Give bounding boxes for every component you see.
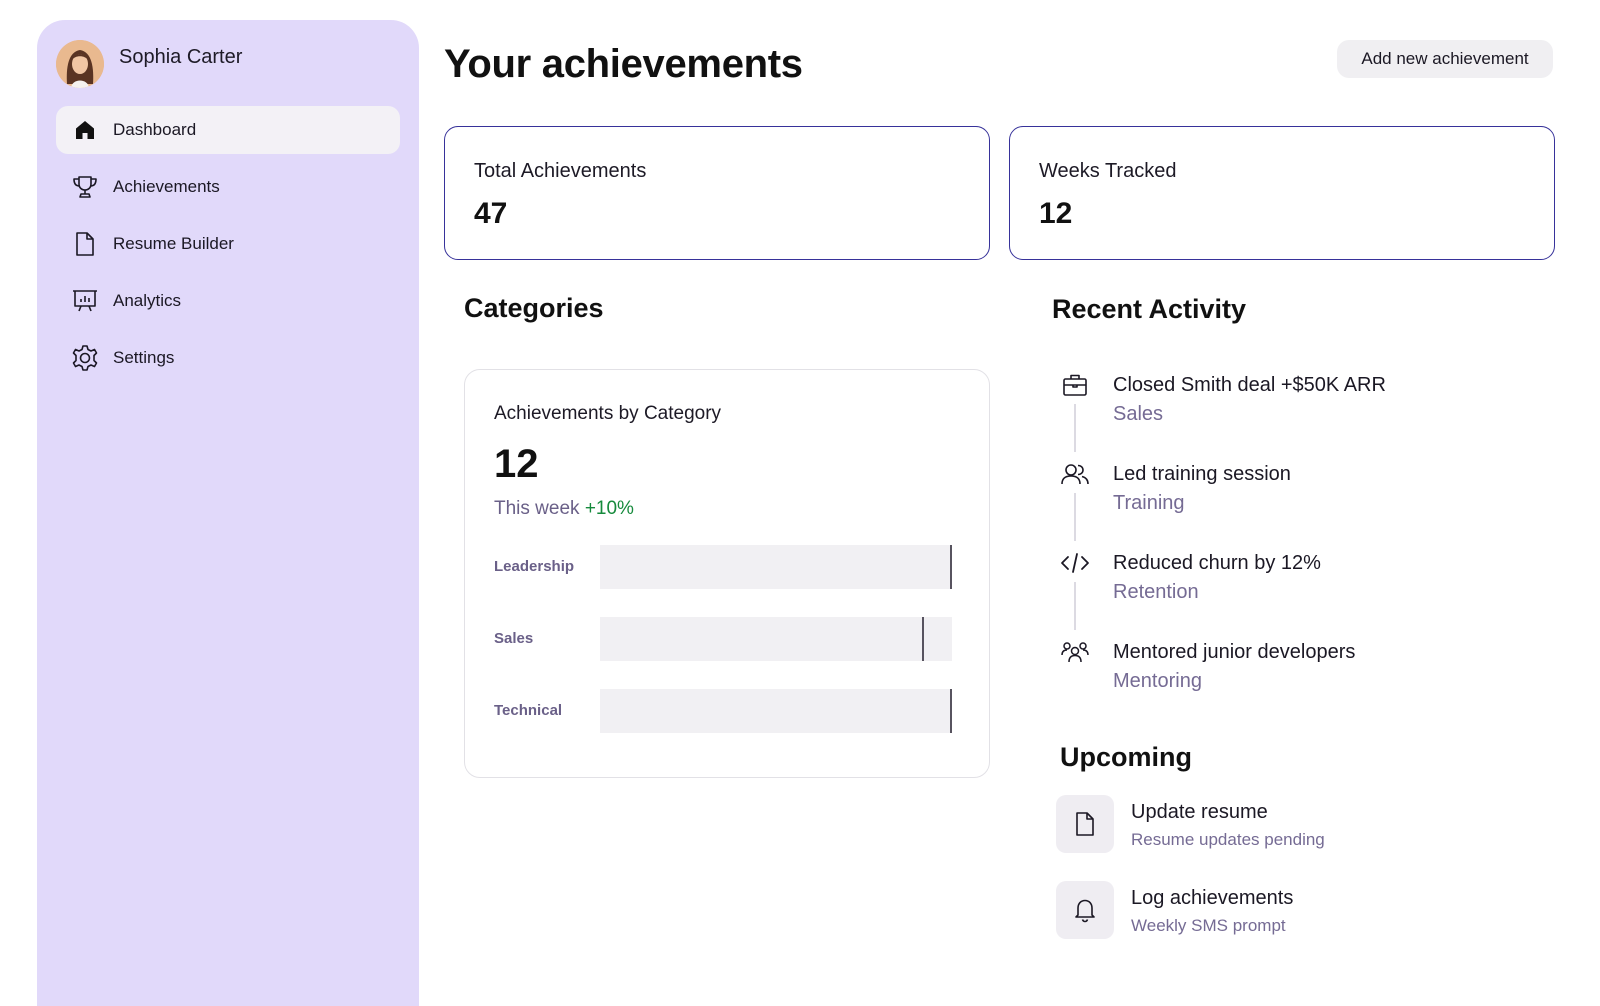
card-value: 12 — [494, 442, 539, 486]
sidebar-item-label: Dashboard — [113, 120, 197, 139]
sidebar-item-label: Analytics — [113, 291, 182, 310]
activity-category: Sales — [1113, 403, 1164, 425]
category-card: Achievements by Category 12 This week +1… — [464, 369, 990, 778]
timeline-connector — [1074, 582, 1076, 630]
card-subtitle: This week +10% — [494, 498, 634, 520]
upcoming-list: Update resume Resume updates pending Log… — [1056, 795, 1556, 967]
trophy-icon — [71, 173, 99, 201]
activity-title: Mentored junior developers — [1113, 641, 1356, 663]
gear-icon — [71, 344, 99, 372]
period-label: This week — [494, 498, 580, 519]
upcoming-title: Log achievements — [1131, 887, 1294, 909]
upcoming-heading: Upcoming — [1060, 742, 1192, 772]
activity-title: Led training session — [1113, 463, 1291, 485]
home-icon — [71, 116, 99, 144]
bar-fill — [600, 545, 952, 589]
bar-fill — [600, 689, 952, 733]
activity-category: Training — [1113, 492, 1185, 514]
code-icon — [1060, 550, 1090, 576]
stat-label: Total Achievements — [474, 160, 647, 182]
sidebar-item-settings[interactable]: Settings — [56, 334, 400, 382]
activity-title: Reduced churn by 12% — [1113, 552, 1321, 574]
bar-track — [600, 617, 952, 661]
activity-item[interactable]: Reduced churn by 12% Retention — [1060, 546, 1560, 635]
activity-item[interactable]: Led training session Training — [1060, 457, 1560, 546]
sidebar-item-achievements[interactable]: Achievements — [56, 163, 400, 211]
bar-label: Technical — [494, 702, 563, 719]
bell-icon — [1056, 881, 1114, 939]
sidebar-nav: Dashboard Achievements Resume Builder An… — [56, 106, 400, 391]
briefcase-icon — [1060, 372, 1090, 398]
upcoming-item[interactable]: Log achievements Weekly SMS prompt — [1056, 881, 1556, 967]
stat-label: Weeks Tracked — [1039, 160, 1177, 182]
bar-track — [600, 545, 952, 589]
activity-category: Mentoring — [1113, 670, 1202, 692]
upcoming-subtitle: Weekly SMS prompt — [1131, 916, 1286, 935]
add-achievement-button[interactable]: Add new achievement — [1337, 40, 1553, 78]
sidebar-item-label: Settings — [113, 348, 175, 367]
upcoming-item[interactable]: Update resume Resume updates pending — [1056, 795, 1556, 881]
bar-row-sales: Sales — [494, 617, 964, 661]
sidebar: Sophia Carter Dashboard Achievements Res… — [37, 20, 419, 1006]
bar-label: Sales — [494, 630, 534, 647]
stat-card-weeks-tracked: Weeks Tracked 12 — [1009, 126, 1555, 260]
document-icon — [71, 230, 99, 258]
timeline-connector — [1074, 493, 1076, 541]
activity-category: Retention — [1113, 581, 1199, 603]
page-title: Your achievements — [444, 42, 803, 86]
card-title: Achievements by Category — [494, 403, 722, 424]
activity-item[interactable]: Closed Smith deal +$50K ARR Sales — [1060, 368, 1560, 457]
users-icon — [1060, 461, 1090, 487]
recent-activity-heading: Recent Activity — [1052, 294, 1247, 324]
delta-value: +10% — [584, 498, 634, 519]
activity-list: Closed Smith deal +$50K ARR Sales Led tr… — [1060, 368, 1560, 724]
document-icon — [1056, 795, 1114, 853]
upcoming-subtitle: Resume updates pending — [1131, 830, 1325, 849]
user-profile[interactable]: Sophia Carter — [56, 40, 242, 88]
activity-item[interactable]: Mentored junior developers Mentoring — [1060, 635, 1560, 724]
stat-card-total-achievements: Total Achievements 47 — [444, 126, 990, 260]
bar-fill — [600, 617, 924, 661]
sidebar-item-analytics[interactable]: Analytics — [56, 277, 400, 325]
stat-value: 47 — [474, 197, 508, 230]
stat-value: 12 — [1039, 197, 1073, 230]
sidebar-item-label: Resume Builder — [113, 234, 234, 253]
user-name: Sophia Carter — [119, 45, 243, 68]
bar-row-leadership: Leadership — [494, 545, 964, 589]
upcoming-title: Update resume — [1131, 801, 1268, 823]
bar-row-technical: Technical — [494, 689, 964, 733]
sidebar-item-resume-builder[interactable]: Resume Builder — [56, 220, 400, 268]
avatar — [56, 40, 104, 88]
timeline-connector — [1074, 404, 1076, 452]
app: Sophia Carter Dashboard Achievements Res… — [0, 0, 1600, 1006]
categories-heading: Categories — [464, 293, 604, 323]
bar-label: Leadership — [494, 558, 575, 575]
sidebar-item-dashboard[interactable]: Dashboard — [56, 106, 400, 154]
sidebar-item-label: Achievements — [113, 177, 220, 196]
bar-track — [600, 689, 952, 733]
activity-title: Closed Smith deal +$50K ARR — [1113, 374, 1386, 396]
presentation-chart-icon — [71, 287, 99, 315]
group-icon — [1060, 639, 1090, 665]
